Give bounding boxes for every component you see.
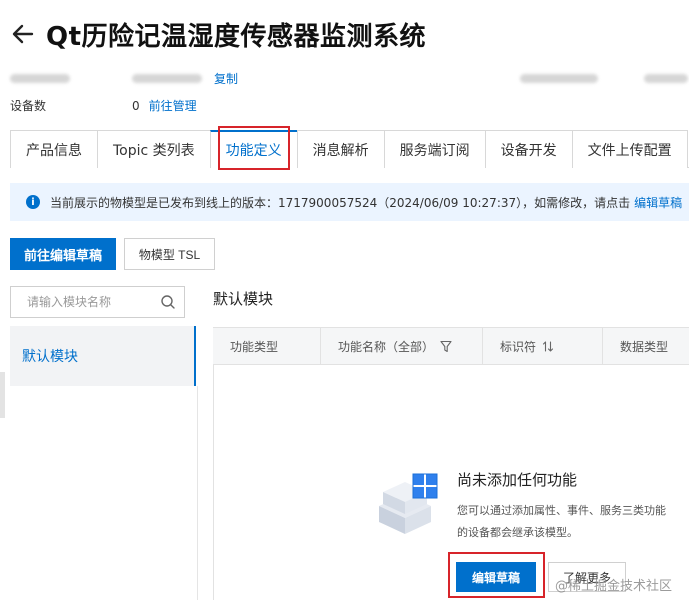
feature-table-header: 功能类型 功能名称（全部） 标识符 数据类型	[213, 327, 689, 365]
module-search-input[interactable]	[27, 295, 155, 309]
filter-icon[interactable]	[440, 340, 452, 353]
notice-edit-draft-link[interactable]: 编辑草稿	[634, 194, 682, 211]
info-notice: i 当前展示的物模型是已发布到线上的版本：1717900057524（2024/…	[10, 183, 689, 221]
search-icon[interactable]	[160, 294, 176, 310]
column-header: 功能类型	[213, 328, 321, 364]
tsl-button[interactable]: 物模型 TSL	[124, 238, 215, 270]
tab-topic-list[interactable]: Topic 类列表	[97, 130, 211, 168]
device-count-value: 0	[132, 98, 140, 113]
info-icon: i	[26, 195, 40, 209]
tab-bar: 产品信息 Topic 类列表 功能定义 消息解析 服务端订阅 设备开发 文件上传…	[10, 130, 689, 168]
module-list-item[interactable]: 默认模块	[10, 326, 196, 386]
column-header: 标识符	[483, 328, 603, 364]
tab-device-development[interactable]: 设备开发	[484, 130, 573, 168]
redacted-value-2	[644, 74, 689, 83]
back-arrow-icon[interactable]	[10, 21, 36, 47]
page-title: Qt历险记温湿度传感器监测系统	[46, 21, 427, 52]
go-edit-draft-button[interactable]: 前往编辑草稿	[10, 238, 116, 270]
sidebar-divider	[197, 386, 198, 600]
column-header: 功能名称（全部）	[321, 328, 483, 364]
copy-link[interactable]: 复制	[214, 70, 238, 87]
section-title: 默认模块	[213, 290, 274, 308]
edit-draft-button[interactable]: 编辑草稿	[456, 562, 536, 592]
tab-message-parsing[interactable]: 消息解析	[296, 130, 385, 168]
tab-product-info[interactable]: 产品信息	[10, 130, 98, 168]
device-count-label: 设备数	[10, 99, 47, 113]
column-header: 数据类型	[620, 339, 669, 354]
empty-state-illustration-icon	[379, 473, 438, 534]
device-count-row: 设备数 0 前往管理	[10, 97, 197, 114]
notice-text: 当前展示的物模型是已发布到线上的版本：1717900057524（2024/06…	[50, 195, 631, 210]
redacted-label-2	[520, 74, 599, 83]
tab-server-subscription[interactable]: 服务端订阅	[383, 130, 486, 168]
tab-file-upload-config[interactable]: 文件上传配置	[571, 130, 688, 168]
watermark: @稀土掘金技术社区	[555, 579, 673, 594]
table-left-border	[213, 365, 214, 600]
product-key-row: 复制	[10, 70, 689, 87]
empty-state-description: 您可以通过添加属性、事件、服务三类功能 的设备都会继承该模型。	[457, 504, 666, 539]
sort-icon[interactable]	[542, 340, 554, 353]
left-edge-strip	[0, 372, 5, 418]
redacted-label	[10, 74, 70, 83]
manage-link[interactable]: 前往管理	[149, 97, 197, 114]
empty-state-title: 尚未添加任何功能	[457, 471, 578, 489]
redacted-value	[132, 74, 202, 83]
tab-feature-definition[interactable]: 功能定义	[209, 130, 298, 168]
module-search	[10, 286, 185, 318]
page-header: Qt历险记温湿度传感器监测系统	[10, 14, 426, 54]
